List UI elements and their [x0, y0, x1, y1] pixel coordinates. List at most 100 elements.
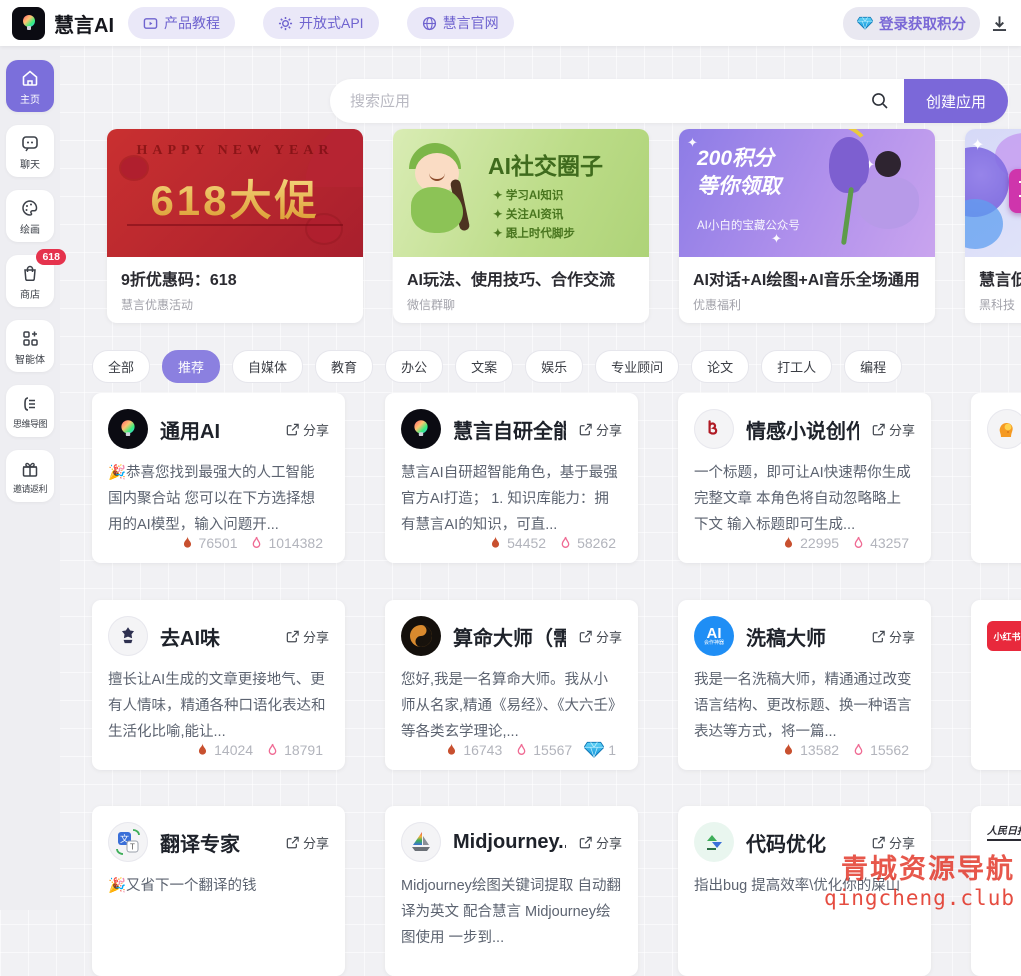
- left-sidebar: 主页 聊天 绘画 618 商店 智能体 思维导图: [0, 46, 60, 910]
- tab-consultant[interactable]: 专业顾问: [595, 350, 679, 383]
- app-card-rewrite-master[interactable]: AI会作神器 洗稿大师 分享 我是一名洗稿大师，精通通过改变语言结构、更改标题、…: [678, 600, 931, 770]
- login-get-points-button[interactable]: 登录获取积分: [843, 7, 980, 40]
- app-stats: 22995 43257: [781, 535, 917, 551]
- share-label: 分享: [889, 627, 915, 646]
- app-card-midjourney[interactable]: Midjourney... 分享 Midjourney绘图关键词提取 自动翻译为…: [385, 806, 638, 976]
- download-button[interactable]: [990, 14, 1009, 33]
- share-button[interactable]: 分享: [578, 833, 622, 852]
- banner-618-sale[interactable]: HAPPY NEW YEAR 618大促 9折优惠码：618 慧言优惠活动: [107, 129, 363, 323]
- app-card-code-optimize[interactable]: 代码优化 分享 指出bug 提高效率\优化你的屎山: [678, 806, 931, 976]
- share-button[interactable]: 分享: [285, 833, 329, 852]
- app-card-de-ai-flavor[interactable]: 去AI味 分享 擅长让AI生成的文章更接地气、更有人情味，精通各种口语化表达和生…: [92, 600, 345, 770]
- banner-social-image: AI社交圈子 ✦ 学习AI知识 ✦ 关注AI资讯 ✦ 跟上时代脚步: [393, 129, 649, 257]
- share-button[interactable]: 分享: [285, 627, 329, 646]
- search-input[interactable]: [330, 79, 870, 123]
- share-label: 分享: [889, 420, 915, 439]
- app-card-translate-expert[interactable]: 文 T 翻译专家 分享 🎉又省下一个翻译的钱: [92, 806, 345, 976]
- globe-icon: [422, 16, 437, 31]
- tutorial-video-icon: [143, 16, 158, 31]
- tab-entertainment[interactable]: 娱乐: [525, 350, 583, 383]
- xiaohongshu-logo: 小红书: [987, 621, 1021, 651]
- tab-all[interactable]: 全部: [92, 350, 150, 383]
- share-button[interactable]: 分享: [871, 420, 915, 439]
- share-button[interactable]: 分享: [578, 420, 622, 439]
- tab-education[interactable]: 教育: [315, 350, 373, 383]
- app-title: 慧言自研全能...: [453, 415, 566, 444]
- sidebar-item-mindmap[interactable]: 思维导图: [6, 385, 54, 437]
- banner-subcaption: 慧言优惠活动: [121, 296, 349, 313]
- tab-thesis[interactable]: 论文: [691, 350, 749, 383]
- app-card-emotion-novel[interactable]: 情感小说创作 分享 一个标题，即可让AI快速帮你生成完整文章 本角色将自动忽略略…: [678, 393, 931, 563]
- app-card-general-ai[interactable]: 通用AI 分享 🎉恭喜您找到最强大的人工智能国内聚合站 您可以在下方选择想用的A…: [92, 393, 345, 563]
- sidebar-item-agents[interactable]: 智能体: [6, 320, 54, 372]
- create-app-button[interactable]: 创建应用: [904, 79, 1008, 123]
- app-card-partial[interactable]: 小红书: [971, 600, 1021, 770]
- app-card-partial[interactable]: 人民日报: [971, 806, 1021, 976]
- app-stats: 14024 18791: [195, 742, 331, 758]
- share-button[interactable]: 分享: [871, 627, 915, 646]
- banner-caption: AI对话+AI绘图+AI音乐全场通用: [693, 266, 921, 290]
- shop-618-badge: 618: [36, 249, 66, 265]
- sidebar-item-label: 邀请返利: [13, 482, 47, 495]
- share-label: 分享: [889, 833, 915, 852]
- rainbow-bulb-icon: [401, 409, 441, 449]
- app-card-fortune-teller[interactable]: 算命大师（需... 分享 您好,我是一名算命大师。我从小师从名家,精通《易经》、…: [385, 600, 638, 770]
- app-grid-row: 通用AI 分享 🎉恭喜您找到最强大的人工智能国内聚合站 您可以在下方选择想用的A…: [92, 393, 1021, 563]
- banner-subcaption: 微信群聊: [407, 296, 635, 313]
- tab-worker[interactable]: 打工人: [761, 350, 832, 383]
- sidebar-item-referral[interactable]: 邀请返利: [6, 450, 54, 502]
- banner-image-title: 618大促: [107, 167, 363, 228]
- category-tabs: 全部 推荐 自媒体 教育 办公 文案 娱乐 专业顾问 论文 打工人 编程: [92, 350, 1021, 383]
- sidebar-item-shop[interactable]: 618 商店: [6, 255, 54, 307]
- banner-ai-social-circle[interactable]: AI社交圈子 ✦ 学习AI知识 ✦ 关注AI资讯 ✦ 跟上时代脚步 AI玩法、使…: [393, 129, 649, 323]
- app-title: Midjourney...: [453, 831, 566, 854]
- red-heart-logo-icon: [694, 409, 734, 449]
- heat-flame-icon: [781, 742, 796, 758]
- heat-flame-icon: [488, 535, 503, 551]
- tab-copywriting[interactable]: 文案: [455, 350, 513, 383]
- share-icon: [285, 422, 300, 437]
- banner-caption: AI玩法、使用技巧、合作交流: [407, 266, 635, 290]
- banner-200-points[interactable]: ✦ ✦ ✦ 200积分 等你领取 AI小白的宝藏公众号 AI对话+AI绘图+AI…: [679, 129, 935, 323]
- banner-partial[interactable]: ✦ 慧言低 黑科技: [965, 129, 1021, 323]
- nav-label: 慧言官网: [443, 13, 499, 33]
- app-card-huiyan-omni[interactable]: 慧言自研全能... 分享 慧言AI自研超智能角色，基于最强官方AI打造； 1. …: [385, 393, 638, 563]
- calligraphy-newspaper-logo: 人民日报: [987, 822, 1021, 841]
- app-card-partial[interactable]: [971, 393, 1021, 563]
- code-triangles-icon: [694, 822, 734, 862]
- nav-product-tutorial[interactable]: 产品教程: [128, 7, 235, 39]
- nav-open-api[interactable]: 开放式API: [263, 7, 379, 39]
- nav-official-site[interactable]: 慧言官网: [407, 7, 514, 39]
- app-description: 🎉又省下一个翻译的钱: [108, 874, 329, 900]
- nav-label: 开放式API: [299, 13, 364, 33]
- banner-caption: 9折优惠码：618: [121, 266, 349, 290]
- sidebar-item-draw[interactable]: 绘画: [6, 190, 54, 242]
- heat-flame-icon: [444, 742, 459, 758]
- banner-points-image: ✦ ✦ ✦ 200积分 等你领取 AI小白的宝藏公众号: [679, 129, 935, 257]
- share-button[interactable]: 分享: [578, 627, 622, 646]
- banner-bullet-list: ✦ 学习AI知识 ✦ 关注AI资讯 ✦ 跟上时代脚步: [493, 187, 575, 244]
- heat-flame-outline-icon: [558, 535, 573, 551]
- banner-subcaption: 优惠福利: [693, 296, 921, 313]
- tab-coding[interactable]: 编程: [844, 350, 902, 383]
- chat-icon: [20, 133, 40, 153]
- ai-pen-blue-icon: AI会作神器: [694, 616, 734, 656]
- search-submit[interactable]: [870, 79, 904, 123]
- sidebar-item-chat[interactable]: 聊天: [6, 125, 54, 177]
- tab-selfmedia[interactable]: 自媒体: [232, 350, 303, 383]
- share-label: 分享: [596, 627, 622, 646]
- share-button[interactable]: 分享: [871, 833, 915, 852]
- palette-icon: [20, 198, 40, 218]
- rainbow-bulb-icon: [19, 13, 39, 33]
- diamond-icon: [584, 741, 604, 758]
- share-label: 分享: [303, 627, 329, 646]
- heat-flame-icon: [781, 535, 796, 551]
- share-button[interactable]: 分享: [285, 420, 329, 439]
- app-title: 翻译专家: [160, 828, 273, 857]
- brand-title: 慧言AI: [54, 9, 114, 38]
- app-description: 指出bug 提高效率\优化你的屎山: [694, 874, 915, 900]
- tab-recommended[interactable]: 推荐: [162, 350, 220, 383]
- tab-office[interactable]: 办公: [385, 350, 443, 383]
- sidebar-item-home[interactable]: 主页: [6, 60, 54, 112]
- shop-bag-icon: [20, 263, 40, 283]
